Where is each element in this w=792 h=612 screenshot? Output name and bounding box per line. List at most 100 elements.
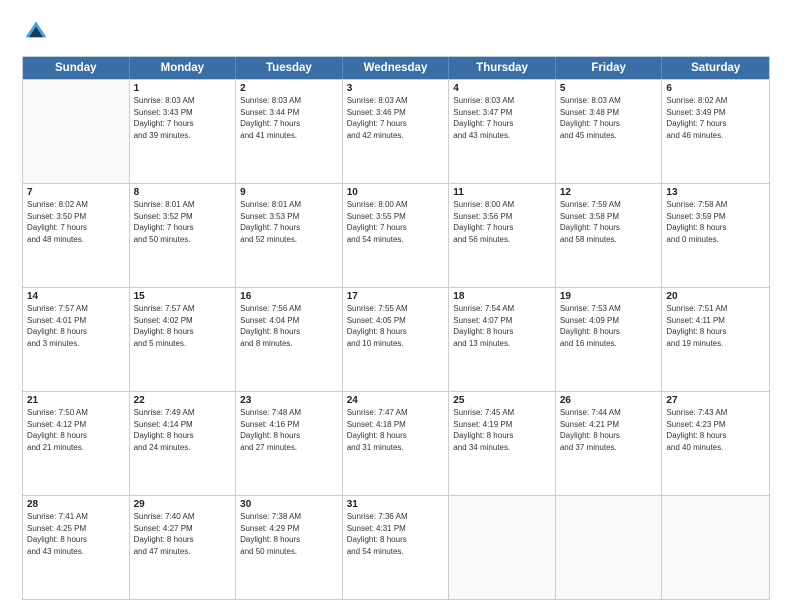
day-cell-14: 14Sunrise: 7:57 AMSunset: 4:01 PMDayligh… — [23, 288, 130, 391]
day-number: 2 — [240, 83, 338, 94]
day-number: 27 — [666, 395, 765, 406]
day-number: 16 — [240, 291, 338, 302]
day-cell-8: 8Sunrise: 8:01 AMSunset: 3:52 PMDaylight… — [130, 184, 237, 287]
day-info: Sunrise: 8:02 AMSunset: 3:50 PMDaylight:… — [27, 199, 125, 245]
day-number: 11 — [453, 187, 551, 198]
day-cell-4: 4Sunrise: 8:03 AMSunset: 3:47 PMDaylight… — [449, 80, 556, 183]
day-cell-27: 27Sunrise: 7:43 AMSunset: 4:23 PMDayligh… — [662, 392, 769, 495]
day-cell-6: 6Sunrise: 8:02 AMSunset: 3:49 PMDaylight… — [662, 80, 769, 183]
day-info: Sunrise: 7:36 AMSunset: 4:31 PMDaylight:… — [347, 511, 445, 557]
day-info: Sunrise: 7:41 AMSunset: 4:25 PMDaylight:… — [27, 511, 125, 557]
empty-cell — [23, 80, 130, 183]
day-info: Sunrise: 7:48 AMSunset: 4:16 PMDaylight:… — [240, 407, 338, 453]
calendar-row-4: 21Sunrise: 7:50 AMSunset: 4:12 PMDayligh… — [23, 391, 769, 495]
calendar-row-2: 7Sunrise: 8:02 AMSunset: 3:50 PMDaylight… — [23, 183, 769, 287]
day-cell-29: 29Sunrise: 7:40 AMSunset: 4:27 PMDayligh… — [130, 496, 237, 599]
day-cell-11: 11Sunrise: 8:00 AMSunset: 3:56 PMDayligh… — [449, 184, 556, 287]
day-cell-26: 26Sunrise: 7:44 AMSunset: 4:21 PMDayligh… — [556, 392, 663, 495]
day-number: 20 — [666, 291, 765, 302]
day-info: Sunrise: 8:00 AMSunset: 3:56 PMDaylight:… — [453, 199, 551, 245]
day-number: 3 — [347, 83, 445, 94]
calendar-row-3: 14Sunrise: 7:57 AMSunset: 4:01 PMDayligh… — [23, 287, 769, 391]
day-number: 15 — [134, 291, 232, 302]
calendar: SundayMondayTuesdayWednesdayThursdayFrid… — [22, 56, 770, 600]
day-info: Sunrise: 7:49 AMSunset: 4:14 PMDaylight:… — [134, 407, 232, 453]
day-cell-2: 2Sunrise: 8:03 AMSunset: 3:44 PMDaylight… — [236, 80, 343, 183]
day-number: 28 — [27, 499, 125, 510]
day-cell-7: 7Sunrise: 8:02 AMSunset: 3:50 PMDaylight… — [23, 184, 130, 287]
day-info: Sunrise: 8:03 AMSunset: 3:43 PMDaylight:… — [134, 95, 232, 141]
day-info: Sunrise: 7:43 AMSunset: 4:23 PMDaylight:… — [666, 407, 765, 453]
day-info: Sunrise: 7:40 AMSunset: 4:27 PMDaylight:… — [134, 511, 232, 557]
day-number: 10 — [347, 187, 445, 198]
day-cell-15: 15Sunrise: 7:57 AMSunset: 4:02 PMDayligh… — [130, 288, 237, 391]
day-number: 19 — [560, 291, 658, 302]
day-number: 30 — [240, 499, 338, 510]
day-info: Sunrise: 7:55 AMSunset: 4:05 PMDaylight:… — [347, 303, 445, 349]
day-cell-20: 20Sunrise: 7:51 AMSunset: 4:11 PMDayligh… — [662, 288, 769, 391]
day-info: Sunrise: 8:03 AMSunset: 3:46 PMDaylight:… — [347, 95, 445, 141]
logo — [22, 18, 54, 46]
day-info: Sunrise: 7:44 AMSunset: 4:21 PMDaylight:… — [560, 407, 658, 453]
logo-icon — [22, 18, 50, 46]
calendar-header: SundayMondayTuesdayWednesdayThursdayFrid… — [23, 57, 769, 79]
day-info: Sunrise: 8:01 AMSunset: 3:52 PMDaylight:… — [134, 199, 232, 245]
day-info: Sunrise: 7:50 AMSunset: 4:12 PMDaylight:… — [27, 407, 125, 453]
day-cell-13: 13Sunrise: 7:58 AMSunset: 3:59 PMDayligh… — [662, 184, 769, 287]
day-info: Sunrise: 8:03 AMSunset: 3:47 PMDaylight:… — [453, 95, 551, 141]
day-info: Sunrise: 7:57 AMSunset: 4:01 PMDaylight:… — [27, 303, 125, 349]
day-info: Sunrise: 7:51 AMSunset: 4:11 PMDaylight:… — [666, 303, 765, 349]
day-cell-18: 18Sunrise: 7:54 AMSunset: 4:07 PMDayligh… — [449, 288, 556, 391]
day-number: 25 — [453, 395, 551, 406]
day-info: Sunrise: 8:00 AMSunset: 3:55 PMDaylight:… — [347, 199, 445, 245]
calendar-row-5: 28Sunrise: 7:41 AMSunset: 4:25 PMDayligh… — [23, 495, 769, 599]
page: SundayMondayTuesdayWednesdayThursdayFrid… — [0, 0, 792, 612]
header-day-friday: Friday — [556, 57, 663, 79]
header-day-wednesday: Wednesday — [343, 57, 450, 79]
day-info: Sunrise: 8:01 AMSunset: 3:53 PMDaylight:… — [240, 199, 338, 245]
day-number: 4 — [453, 83, 551, 94]
day-cell-19: 19Sunrise: 7:53 AMSunset: 4:09 PMDayligh… — [556, 288, 663, 391]
day-info: Sunrise: 7:56 AMSunset: 4:04 PMDaylight:… — [240, 303, 338, 349]
calendar-row-1: 1Sunrise: 8:03 AMSunset: 3:43 PMDaylight… — [23, 79, 769, 183]
day-number: 6 — [666, 83, 765, 94]
day-info: Sunrise: 8:03 AMSunset: 3:48 PMDaylight:… — [560, 95, 658, 141]
day-info: Sunrise: 7:47 AMSunset: 4:18 PMDaylight:… — [347, 407, 445, 453]
day-number: 23 — [240, 395, 338, 406]
header-day-tuesday: Tuesday — [236, 57, 343, 79]
day-info: Sunrise: 7:45 AMSunset: 4:19 PMDaylight:… — [453, 407, 551, 453]
day-number: 9 — [240, 187, 338, 198]
day-number: 13 — [666, 187, 765, 198]
day-info: Sunrise: 8:03 AMSunset: 3:44 PMDaylight:… — [240, 95, 338, 141]
day-number: 21 — [27, 395, 125, 406]
day-number: 18 — [453, 291, 551, 302]
day-cell-3: 3Sunrise: 8:03 AMSunset: 3:46 PMDaylight… — [343, 80, 450, 183]
day-info: Sunrise: 7:59 AMSunset: 3:58 PMDaylight:… — [560, 199, 658, 245]
day-number: 5 — [560, 83, 658, 94]
day-cell-9: 9Sunrise: 8:01 AMSunset: 3:53 PMDaylight… — [236, 184, 343, 287]
day-number: 8 — [134, 187, 232, 198]
day-info: Sunrise: 8:02 AMSunset: 3:49 PMDaylight:… — [666, 95, 765, 141]
day-cell-21: 21Sunrise: 7:50 AMSunset: 4:12 PMDayligh… — [23, 392, 130, 495]
day-cell-12: 12Sunrise: 7:59 AMSunset: 3:58 PMDayligh… — [556, 184, 663, 287]
day-info: Sunrise: 7:38 AMSunset: 4:29 PMDaylight:… — [240, 511, 338, 557]
day-number: 12 — [560, 187, 658, 198]
day-number: 31 — [347, 499, 445, 510]
day-number: 7 — [27, 187, 125, 198]
day-cell-24: 24Sunrise: 7:47 AMSunset: 4:18 PMDayligh… — [343, 392, 450, 495]
day-number: 14 — [27, 291, 125, 302]
day-number: 24 — [347, 395, 445, 406]
day-number: 29 — [134, 499, 232, 510]
day-cell-25: 25Sunrise: 7:45 AMSunset: 4:19 PMDayligh… — [449, 392, 556, 495]
day-cell-31: 31Sunrise: 7:36 AMSunset: 4:31 PMDayligh… — [343, 496, 450, 599]
day-cell-16: 16Sunrise: 7:56 AMSunset: 4:04 PMDayligh… — [236, 288, 343, 391]
empty-cell — [449, 496, 556, 599]
day-number: 26 — [560, 395, 658, 406]
empty-cell — [556, 496, 663, 599]
day-cell-17: 17Sunrise: 7:55 AMSunset: 4:05 PMDayligh… — [343, 288, 450, 391]
day-number: 17 — [347, 291, 445, 302]
day-cell-10: 10Sunrise: 8:00 AMSunset: 3:55 PMDayligh… — [343, 184, 450, 287]
calendar-body: 1Sunrise: 8:03 AMSunset: 3:43 PMDaylight… — [23, 79, 769, 599]
header-day-sunday: Sunday — [23, 57, 130, 79]
day-cell-1: 1Sunrise: 8:03 AMSunset: 3:43 PMDaylight… — [130, 80, 237, 183]
